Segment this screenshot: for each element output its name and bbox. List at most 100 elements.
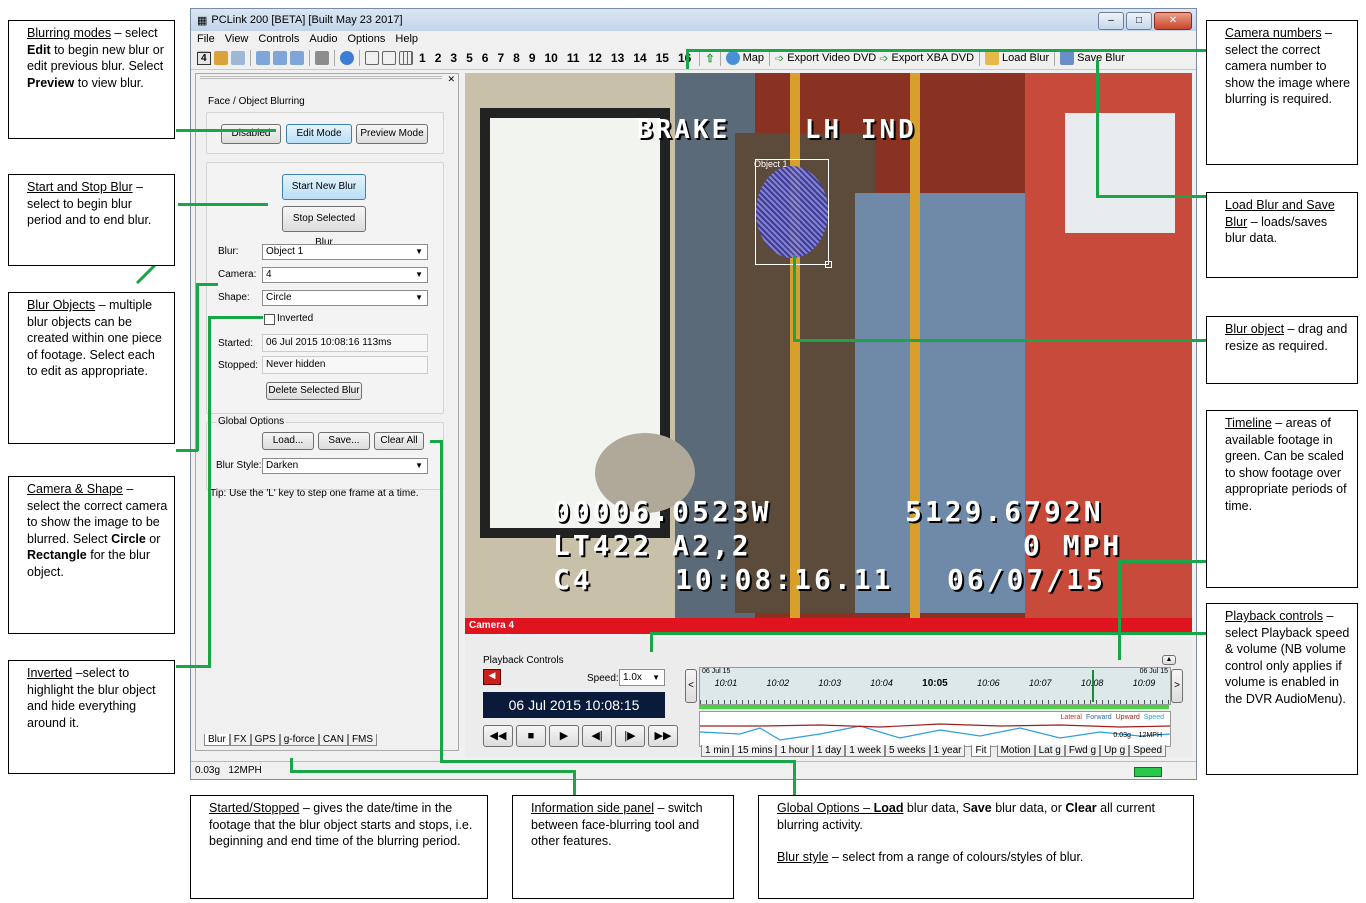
tab-gps[interactable]: GPS: [250, 734, 280, 746]
gps-icon[interactable]: ⇧: [705, 52, 714, 65]
maximize-button[interactable]: □: [1126, 12, 1152, 30]
title-bar: ▦ PCLink 200 [BETA] [Built May 23 2017] …: [191, 9, 1196, 31]
start-new-blur-button[interactable]: Start New Blur: [282, 174, 366, 200]
playback-area: Playback Controls ◀ Speed: 1.0x ▼ 06 Jul …: [465, 637, 1192, 757]
graph-tab[interactable]: Up g: [1100, 745, 1130, 757]
camera-9-button[interactable]: 9: [526, 51, 539, 65]
camera-3-button[interactable]: 3: [447, 51, 460, 65]
step-forward-icon[interactable]: |▶: [615, 725, 645, 747]
close-button[interactable]: ✕: [1154, 12, 1192, 30]
connector-line: [196, 283, 218, 286]
export-xba-dvd-button[interactable]: ➩ Export XBA DVD: [879, 52, 974, 65]
load-button[interactable]: Load...: [262, 432, 314, 450]
step-back-icon[interactable]: ◀|: [582, 725, 612, 747]
camera-5-button[interactable]: 5: [463, 51, 476, 65]
graph-tab[interactable]: Motion: [996, 745, 1035, 757]
resize-handle[interactable]: [825, 261, 832, 268]
camera-10-button[interactable]: 10: [542, 51, 561, 65]
blur-circle[interactable]: [756, 166, 828, 258]
save-blur-button[interactable]: Save Blur: [1060, 51, 1125, 65]
shape-select[interactable]: Circle ▼: [262, 290, 428, 306]
scale-tab[interactable]: 1 day: [812, 745, 846, 757]
timeline-right-button[interactable]: >: [1171, 669, 1183, 703]
disabled-mode-button[interactable]: Disabled: [221, 124, 281, 144]
playhead-marker[interactable]: [1092, 670, 1094, 702]
scale-tab-fit[interactable]: Fit: [971, 745, 991, 757]
fast-forward-icon[interactable]: ▶▶: [648, 725, 678, 747]
camera-6-button[interactable]: 6: [479, 51, 492, 65]
callout-blur-objects: Blur Objects – multiple blur objects can…: [8, 292, 175, 444]
play-icon[interactable]: ▶: [549, 725, 579, 747]
collapse-icon[interactable]: ▲: [1162, 655, 1176, 665]
paste-icon[interactable]: [290, 51, 304, 65]
tab-g-force[interactable]: g-force: [279, 734, 319, 746]
menu-view[interactable]: View: [225, 33, 249, 45]
scale-tab[interactable]: 1 year: [929, 745, 966, 757]
delete-selected-blur-button[interactable]: Delete Selected Blur: [266, 382, 362, 400]
timeline[interactable]: 06 Jul 15 06 Jul 15 10:01 10:02 10:03 10:0…: [699, 667, 1171, 705]
scale-tab[interactable]: 1 week: [845, 745, 885, 757]
camera-15-button[interactable]: 15: [653, 51, 672, 65]
export-video-dvd-button[interactable]: ➩ Export Video DVD: [775, 52, 876, 65]
camera-13-button[interactable]: 13: [608, 51, 627, 65]
timeline-scale-tabs: 1 min 15 mins 1 hour 1 day 1 week 5 week…: [701, 745, 1167, 757]
camera-16-button[interactable]: 16: [675, 51, 694, 65]
speed-select[interactable]: 1.0x ▼: [619, 669, 665, 686]
copy-icon[interactable]: [256, 51, 270, 65]
camera-1-button[interactable]: 1: [416, 51, 429, 65]
timeline-left-button[interactable]: <: [685, 669, 697, 703]
camera-select[interactable]: 4 ▼: [262, 267, 428, 283]
tab-fx[interactable]: FX: [229, 734, 251, 746]
minimize-button[interactable]: –: [1098, 12, 1124, 30]
menu-options[interactable]: Options: [348, 33, 386, 45]
menu-audio[interactable]: Audio: [309, 33, 337, 45]
quad-view-icon[interactable]: [382, 51, 396, 65]
open-recent-icon[interactable]: [214, 51, 228, 65]
blur-object-select[interactable]: Object 1 ▼: [262, 244, 428, 260]
single-view-icon[interactable]: [365, 51, 379, 65]
scale-tab[interactable]: 1 min: [701, 745, 734, 757]
graph-tab[interactable]: Speed: [1129, 745, 1167, 757]
grid-view-icon[interactable]: [399, 51, 413, 65]
timeline-date-right: 06 Jul 15: [1139, 668, 1168, 675]
camera-11-button[interactable]: 11: [564, 51, 583, 65]
tab-can[interactable]: CAN: [318, 734, 348, 746]
inverted-checkbox[interactable]: [264, 314, 275, 325]
edit-mode-button[interactable]: Edit Mode: [286, 124, 352, 144]
camera-14-button[interactable]: 14: [630, 51, 649, 65]
scale-tab[interactable]: 1 hour: [776, 745, 813, 757]
graph-tab[interactable]: Fwd g: [1064, 745, 1101, 757]
tick-label: 10:05: [922, 678, 948, 689]
scale-tab[interactable]: 15 mins: [733, 745, 777, 757]
volume-icon[interactable]: ◀: [483, 669, 501, 685]
stop-selected-blur-button[interactable]: Stop Selected Blur: [282, 206, 366, 248]
menu-file[interactable]: File: [197, 33, 215, 45]
copy-all-icon[interactable]: [273, 51, 287, 65]
export-icon[interactable]: [231, 51, 245, 65]
scale-tab[interactable]: 5 weeks: [884, 745, 930, 757]
blur-style-select[interactable]: Darken ▼: [262, 458, 428, 474]
print-icon[interactable]: [315, 51, 329, 65]
load-blur-button[interactable]: Load Blur: [985, 51, 1049, 65]
inverted-label: Inverted: [277, 313, 314, 324]
preview-mode-button[interactable]: Preview Mode: [356, 124, 428, 144]
menu-controls[interactable]: Controls: [258, 33, 299, 45]
stop-icon[interactable]: ■: [516, 725, 546, 747]
close-panel-icon[interactable]: ✕: [447, 74, 455, 85]
graph-tab[interactable]: Lat g: [1034, 745, 1065, 757]
map-button[interactable]: Map: [725, 51, 764, 65]
save-button[interactable]: Save...: [318, 432, 370, 450]
camera-7-button[interactable]: 7: [494, 51, 507, 65]
camera-8-button[interactable]: 8: [510, 51, 523, 65]
clear-all-button[interactable]: Clear All: [374, 432, 424, 450]
camera-2-button[interactable]: 2: [432, 51, 445, 65]
menu-help[interactable]: Help: [395, 33, 418, 45]
tab-blur[interactable]: Blur: [204, 734, 230, 746]
camera-12-button[interactable]: 12: [586, 51, 605, 65]
tab-fms[interactable]: FMS: [347, 734, 378, 746]
camera-video-frame: BRAKE LH IND Object 1 00006.0523W 5129.6…: [465, 73, 1192, 634]
camera-4-button[interactable]: 4: [197, 51, 211, 65]
blur-object-selection[interactable]: Object 1: [754, 159, 832, 268]
info-icon[interactable]: [340, 51, 354, 65]
rewind-icon[interactable]: ◀◀: [483, 725, 513, 747]
